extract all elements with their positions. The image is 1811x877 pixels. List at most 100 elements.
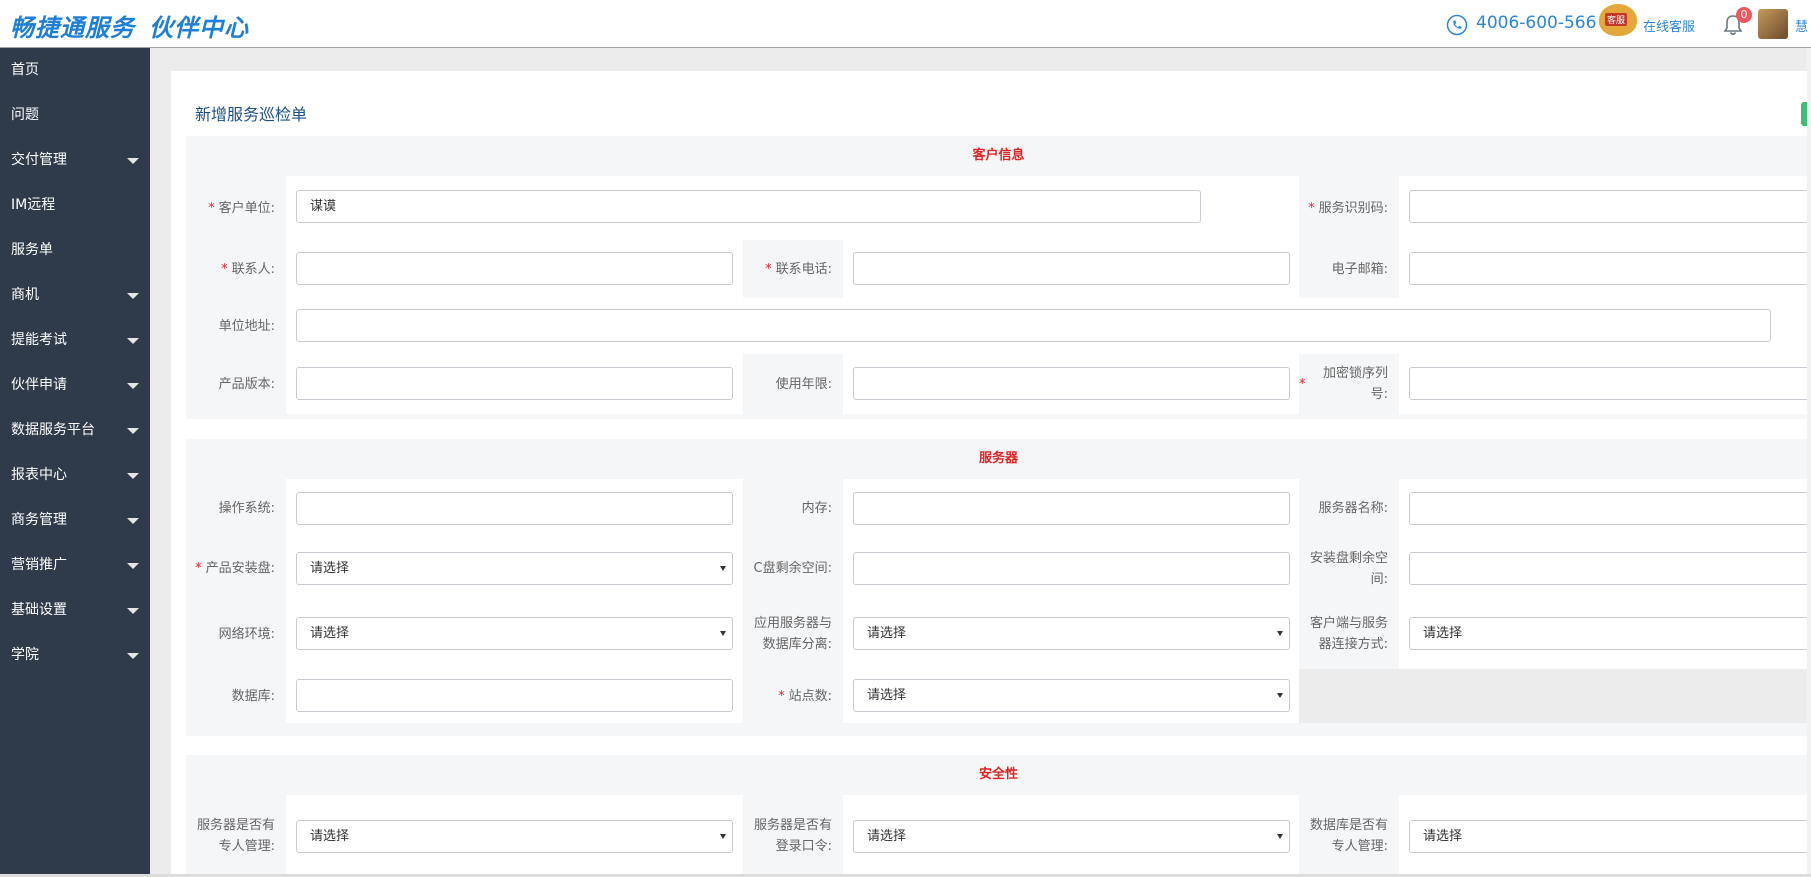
user-name[interactable]: 慧 [1795, 16, 1808, 35]
product-version-label: 产品版本: [218, 376, 275, 392]
lock-serial-input[interactable] [1409, 367, 1811, 400]
sidebar-item-marketing[interactable]: 营销推广 [0, 543, 150, 588]
caret-down-icon [127, 473, 139, 479]
caret-down-icon [127, 563, 139, 569]
section-heading-customer-info: 客户信息 [972, 148, 1025, 163]
server-admin-select[interactable]: 请选择 [296, 820, 733, 853]
empty-cell [1299, 669, 1811, 723]
product-version-input[interactable] [296, 367, 733, 400]
sidebar-item-opportunities[interactable]: 商机 [0, 273, 150, 318]
email-input[interactable] [1409, 252, 1811, 285]
customer-unit-input[interactable]: 谋谟 [296, 190, 1201, 223]
sidebar-item-label: 营销推广 [11, 557, 67, 573]
logo-text-partner: 伙伴中心 [149, 14, 249, 42]
client-connection-select[interactable]: 请选择 [1409, 617, 1811, 650]
server-name-input[interactable] [1409, 492, 1811, 525]
sidebar-item-label: 商务管理 [11, 512, 67, 528]
server-section: 服务器 操作系统: 内存: 服务器名称: * 产品安装盘: 请选择 C盘剩余空间:… [186, 439, 1811, 736]
sidebar-item-label: IM远程 [11, 197, 56, 213]
sidebar-item-label: 问题 [11, 107, 39, 123]
sidebar-item-issues[interactable]: 问题 [0, 93, 150, 138]
hotline-number: 4006-600-566 [1476, 13, 1597, 33]
c-free-space-input[interactable] [853, 552, 1290, 585]
phone-icon [1446, 14, 1468, 36]
sidebar-item-label: 伙伴申请 [11, 377, 67, 393]
contact-phone-input[interactable] [853, 252, 1290, 285]
main-content: 新增服务巡检单 客户信息 * 客户单位: 谋谟 * 服务识别码: * 联系人: * 联系… [171, 71, 1811, 877]
sidebar-item-label: 数据服务平台 [11, 422, 95, 438]
customer-info-section: 客户信息 * 客户单位: 谋谟 * 服务识别码: * 联系人: * 联系电话: 电子邮箱… [186, 136, 1811, 419]
sidebar-item-label: 交付管理 [11, 152, 67, 168]
email-label: 电子邮箱: [1331, 261, 1388, 277]
server-password-label: 服务器是否有登录口令: [753, 818, 832, 854]
form-row: 网络环境: 请选择 应用服务器与数据库分离: 请选择 客户端与服务器连接方式: … [186, 599, 1811, 669]
contact-input[interactable] [296, 252, 733, 285]
sidebar-item-label: 商机 [11, 287, 39, 303]
install-disk-select[interactable]: 请选择 [296, 552, 733, 585]
cs-badge-label: 客服 [1605, 13, 1628, 26]
app-db-separation-label: 应用服务器与数据库分离: [753, 616, 832, 652]
section-heading-server: 服务器 [978, 451, 1018, 466]
page-title: 新增服务巡检单 [195, 105, 308, 124]
select-caret-icon [1277, 693, 1283, 698]
db-admin-label: 数据库是否有专人管理: [1309, 818, 1388, 854]
memory-input[interactable] [853, 492, 1290, 525]
sidebar-item-label: 基础设置 [11, 602, 67, 618]
c-free-space-label: C盘剩余空间: [753, 561, 832, 576]
form-row: * 联系人: * 联系电话: 电子邮箱: [186, 240, 1811, 298]
sidebar-item-im-remote[interactable]: IM远程 [0, 183, 150, 228]
address-input[interactable] [296, 309, 1771, 342]
sidebar-item-exams[interactable]: 提能考试 [0, 318, 150, 363]
memory-label: 内存: [801, 501, 832, 516]
notification-count-badge: 0 [1736, 7, 1752, 23]
customer-service-mascot-icon[interactable]: 客服 [1599, 4, 1637, 36]
sidebar-item-data-platform[interactable]: 数据服务平台 [0, 408, 150, 453]
lock-serial-label: * 加密锁序列号: [1299, 366, 1388, 402]
select-caret-icon [720, 566, 726, 571]
site-count-select[interactable]: 请选择 [853, 679, 1290, 712]
install-disk-label: * 产品安装盘: [195, 561, 275, 576]
form-row: * 客户单位: 谋谟 * 服务识别码: [186, 176, 1811, 240]
caret-down-icon [127, 383, 139, 389]
caret-down-icon [127, 518, 139, 524]
service-id-input[interactable] [1409, 190, 1811, 223]
sidebar-item-label: 学院 [11, 647, 39, 663]
vertical-scrollbar[interactable] [1807, 48, 1811, 877]
database-label: 数据库: [231, 688, 275, 704]
sidebar-item-delivery[interactable]: 交付管理 [0, 138, 150, 183]
sidebar-item-home[interactable]: 首页 [0, 48, 150, 93]
db-admin-select[interactable]: 请选择 [1409, 820, 1811, 853]
sidebar-item-academy[interactable]: 学院 [0, 633, 150, 678]
section-heading-security: 安全性 [978, 767, 1018, 782]
security-section: 安全性 服务器是否有专人管理: 请选择 服务器是否有登录口令: 请选择 数据库是… [186, 755, 1811, 877]
sidebar-item-partner-apply[interactable]: 伙伴申请 [0, 363, 150, 408]
sidebar-item-label: 提能考试 [11, 332, 67, 348]
sidebar: 首页 问题 交付管理 IM远程 服务单 商机 提能考试 伙伴申请 数据服务平台 … [0, 48, 150, 877]
caret-down-icon [127, 653, 139, 659]
avatar[interactable] [1758, 9, 1788, 39]
caret-down-icon [127, 608, 139, 614]
sidebar-item-reports[interactable]: 报表中心 [0, 453, 150, 498]
select-caret-icon [1277, 834, 1283, 839]
network-select[interactable]: 请选择 [296, 617, 733, 650]
service-id-label: * 服务识别码: [1308, 200, 1388, 216]
customer-unit-label: * 客户单位: [208, 200, 275, 216]
sidebar-item-service-orders[interactable]: 服务单 [0, 228, 150, 273]
sidebar-item-label: 报表中心 [11, 467, 67, 483]
client-connection-label: 客户端与服务器连接方式: [1309, 616, 1388, 652]
install-free-space-input[interactable] [1409, 552, 1811, 585]
form-row: 数据库: * 站点数: 请选择 [186, 669, 1811, 723]
contact-phone-label: * 联系电话: [765, 261, 832, 277]
os-input[interactable] [296, 492, 733, 525]
address-label: 单位地址: [218, 318, 275, 334]
brand-logo[interactable]: 畅捷通服务 伙伴中心 [10, 8, 249, 43]
online-service-link[interactable]: 在线客服 [1643, 16, 1695, 35]
server-password-select[interactable]: 请选择 [853, 820, 1290, 853]
sidebar-item-business[interactable]: 商务管理 [0, 498, 150, 543]
app-db-separation-select[interactable]: 请选择 [853, 617, 1290, 650]
sidebar-item-settings[interactable]: 基础设置 [0, 588, 150, 633]
database-input[interactable] [296, 679, 733, 712]
site-count-label: * 站点数: [778, 688, 832, 704]
usage-years-input[interactable] [853, 367, 1290, 400]
server-name-label: 服务器名称: [1318, 501, 1388, 516]
